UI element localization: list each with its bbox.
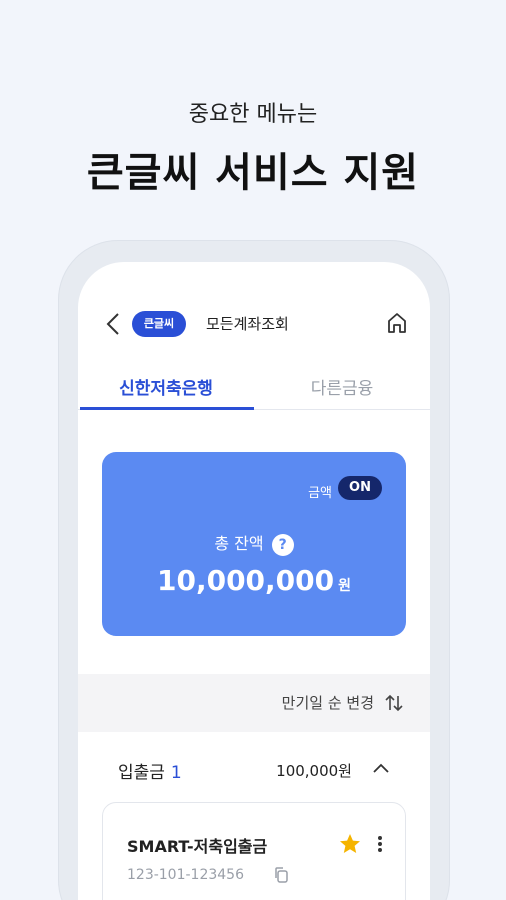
headline-title: 큰글씨 서비스 지원 [86, 150, 420, 196]
total-balance-amount: 10,000,000 [156, 564, 335, 597]
account-name: SMART-저축입출금 [127, 837, 268, 856]
more-options-icon[interactable] [377, 835, 383, 853]
chevron-up-icon[interactable] [372, 760, 390, 778]
account-card[interactable]: SMART-저축입출금 123-101-123456 [102, 802, 406, 900]
balance-unit: 원 [338, 578, 352, 594]
page-title: 모든계좌조회 [206, 315, 289, 333]
section-count: 1 [170, 763, 182, 783]
copy-icon[interactable] [273, 866, 289, 884]
large-font-badge[interactable]: 큰글씨 [132, 311, 186, 337]
sort-bar: 만기일 순 변경 [78, 674, 430, 732]
sort-by-maturity-button[interactable]: 만기일 순 변경 [282, 692, 374, 713]
total-balance-label: 총 잔액 [214, 534, 264, 553]
top-bar: 큰글씨 모든계좌조회 [78, 302, 430, 346]
back-icon[interactable] [106, 312, 120, 336]
section-title-label: 입출금 [118, 763, 165, 783]
account-tabs: 신한저축은행 다른금융 [78, 362, 430, 410]
section-title-deposit: 입출금 1 [118, 758, 182, 783]
help-icon[interactable]: ? [271, 533, 294, 556]
phone-screen: 큰글씨 모든계좌조회 신한저축은행 다른금융 금액 ON 총 잔액? 10,00… [78, 262, 430, 900]
account-number: 123-101-123456 [127, 867, 244, 883]
headline-subtitle: 중요한 메뉴는 [188, 102, 318, 127]
home-icon[interactable] [386, 311, 408, 335]
tab-other-finance[interactable]: 다른금융 [254, 374, 430, 399]
total-balance-label-row: 총 잔액? [102, 530, 406, 556]
section-total: 100,000원 [276, 762, 352, 780]
balance-card: 금액 ON 총 잔액? 10,000,000 원 [102, 452, 406, 636]
amount-toggle-label: 금액 [308, 486, 332, 501]
star-icon[interactable] [339, 833, 361, 855]
tab-shinhan-savings-bank[interactable]: 신한저축은행 [78, 374, 254, 399]
total-balance-row: 10,000,000 원 [102, 564, 406, 597]
amount-visibility-toggle[interactable]: ON [338, 476, 382, 500]
active-tab-indicator [80, 407, 254, 410]
sort-icon[interactable] [384, 693, 404, 713]
